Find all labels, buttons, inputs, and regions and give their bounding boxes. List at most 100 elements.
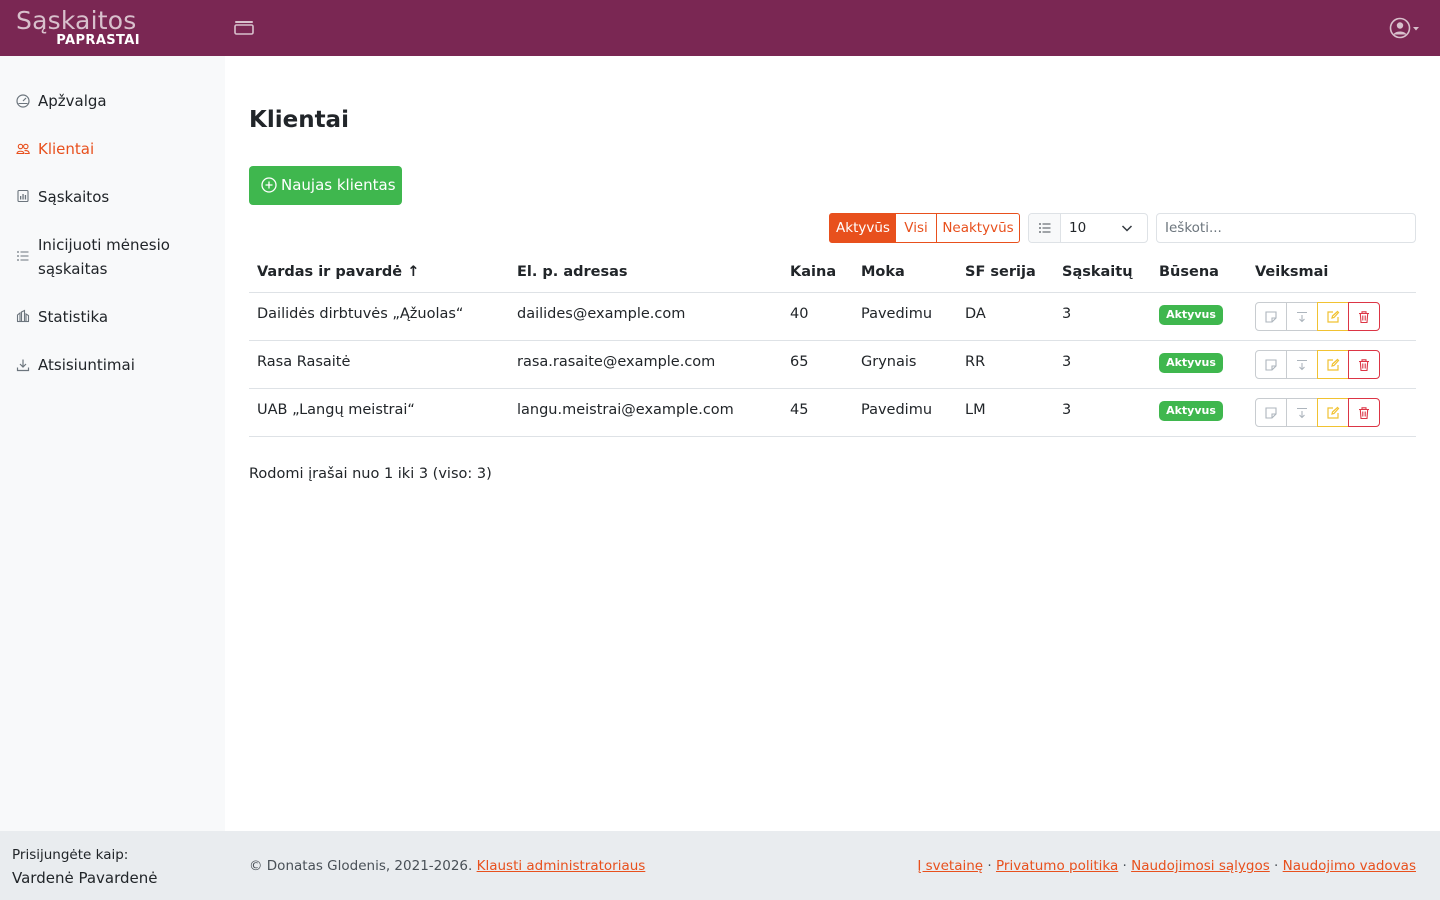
note-icon (1265, 407, 1277, 419)
download-icon (1297, 407, 1307, 419)
sidebar-item-monthly-invoices[interactable]: Inicijuoti mėnesio sąskaitas (0, 233, 225, 281)
delete-button[interactable] (1348, 350, 1380, 379)
invoice-icon (17, 189, 29, 203)
column-header-name[interactable]: Vardas ir pavardė ↑ (257, 261, 419, 283)
status-badge: Aktyvus (1159, 401, 1223, 421)
trash-icon (1359, 407, 1369, 420)
sidebar-item-downloads[interactable]: Atsisiuntimai (0, 353, 225, 377)
page-length-addon (1029, 214, 1061, 242)
footer: Prisijungėte kaip: Vardenė Pavardenė © D… (0, 831, 1440, 900)
delete-button[interactable] (1348, 398, 1380, 427)
copyright: © Donatas Glodenis, 2021-2026. Klausti a… (249, 856, 645, 876)
edit-icon (1327, 358, 1340, 371)
sidebar-item-statistics[interactable]: Statistika (0, 305, 225, 329)
column-header-invoice-count[interactable]: Sąskaitų (1062, 261, 1133, 283)
create-invoice-button[interactable] (1255, 350, 1287, 379)
list-icon (17, 251, 29, 261)
login-label: Prisijungėte kaip: (12, 847, 129, 863)
client-email: rasa.rasaite@example.com (517, 354, 716, 370)
sidebar-item-overview[interactable]: Apžvalga (0, 89, 225, 113)
page-title: Klientai (249, 107, 349, 133)
create-invoice-button[interactable] (1255, 398, 1287, 427)
status-badge: Aktyvus (1159, 305, 1223, 325)
client-email: langu.meistrai@example.com (517, 402, 734, 418)
sidebar-item-label: Klientai (38, 140, 95, 158)
client-payment: Pavedimu (861, 402, 933, 418)
client-name: Dailidės dirbtuvės „Ąžuolas“ (257, 306, 464, 322)
contact-admin-link[interactable]: Klausti administratoriaus (477, 858, 646, 874)
logo-sub-text: PAPRASTAI (56, 33, 140, 48)
edit-button[interactable] (1317, 350, 1349, 379)
website-link[interactable]: Į svetainę (917, 858, 983, 874)
create-invoice-button[interactable] (1255, 302, 1287, 331)
privacy-policy-link[interactable]: Privatumo politika (996, 858, 1118, 874)
sidebar-item-label: Sąskaitos (38, 188, 110, 206)
download-button[interactable] (1286, 350, 1318, 379)
link-separator: · (1269, 858, 1283, 874)
column-header-series[interactable]: SF serija (965, 261, 1036, 283)
client-price: 40 (790, 306, 809, 322)
top-bar: Sąskaitos PAPRASTAI (0, 0, 1440, 56)
client-payment: Pavedimu (861, 306, 933, 322)
edit-icon (1327, 406, 1340, 419)
column-header-price[interactable]: Kaina (790, 261, 836, 283)
client-invoice-count: 3 (1062, 306, 1072, 322)
client-invoice-count: 3 (1062, 402, 1072, 418)
delete-button[interactable] (1348, 302, 1380, 331)
client-invoice-count: 3 (1062, 354, 1072, 370)
user-avatar-icon (1389, 17, 1419, 39)
menu-toggle-icon[interactable] (232, 16, 256, 40)
column-header-payment[interactable]: Moka (861, 261, 905, 283)
client-series: DA (965, 306, 986, 322)
sidebar-item-invoices[interactable]: Sąskaitos (0, 185, 225, 209)
client-email: dailides@example.com (517, 306, 686, 322)
link-separator: · (1118, 858, 1132, 874)
row-divider (249, 436, 1416, 437)
status-badge: Aktyvus (1159, 353, 1223, 373)
trash-icon (1359, 311, 1369, 324)
note-icon (1265, 359, 1277, 371)
chevron-down-icon (1121, 225, 1133, 232)
row-divider (249, 388, 1416, 389)
column-header-actions: Veiksmai (1255, 264, 1329, 280)
footer-links: Į svetainę · Privatumo politika · Naudoj… (917, 856, 1416, 876)
edit-button[interactable] (1317, 302, 1349, 331)
row-divider (249, 340, 1416, 341)
client-payment: Grynais (861, 354, 917, 370)
sidebar: Apžvalga Klientai Sąskaitos Inicijuoti m… (0, 56, 225, 831)
terms-link[interactable]: Naudojimosi sąlygos (1131, 858, 1270, 874)
download-icon (1297, 311, 1307, 323)
client-name: Rasa Rasaitė (257, 354, 351, 370)
page-length-select[interactable]: 10 (1028, 213, 1148, 243)
sidebar-item-clients[interactable]: Klientai (0, 137, 225, 161)
new-client-button[interactable]: Naujas klientas (249, 166, 402, 205)
download-icon (16, 359, 30, 372)
user-menu-button[interactable] (1388, 16, 1424, 40)
filter-inactive-button[interactable]: Neaktyvūs (936, 213, 1020, 243)
edit-icon (1327, 310, 1340, 323)
note-icon (1265, 311, 1277, 323)
client-series: LM (965, 402, 986, 418)
edit-button[interactable] (1317, 398, 1349, 427)
statistics-icon (16, 309, 30, 323)
plus-circle-icon (261, 177, 277, 193)
app-logo[interactable]: Sąskaitos PAPRASTAI (16, 5, 142, 51)
filter-all-button[interactable]: Visi (896, 213, 937, 243)
sidebar-item-label: Apžvalga (38, 92, 107, 110)
new-client-label: Naujas klientas (281, 176, 396, 194)
client-price: 65 (790, 354, 809, 370)
page-length-value: 10 (1069, 220, 1087, 236)
download-button[interactable] (1286, 302, 1318, 331)
client-series: RR (965, 354, 986, 370)
people-icon (16, 143, 30, 155)
dashboard-icon (16, 94, 30, 108)
filter-active-button[interactable]: Aktyvūs (829, 213, 897, 243)
column-header-email[interactable]: El. p. adresas (517, 261, 628, 283)
sidebar-item-label: Inicijuoti mėnesio sąskaitas (38, 236, 170, 278)
search-input[interactable] (1156, 213, 1416, 243)
column-header-status[interactable]: Būsena (1159, 261, 1219, 283)
link-separator: · (983, 858, 996, 874)
user-guide-link[interactable]: Naudojimo vadovas (1283, 858, 1416, 874)
download-button[interactable] (1286, 398, 1318, 427)
table-divider (249, 292, 1416, 293)
